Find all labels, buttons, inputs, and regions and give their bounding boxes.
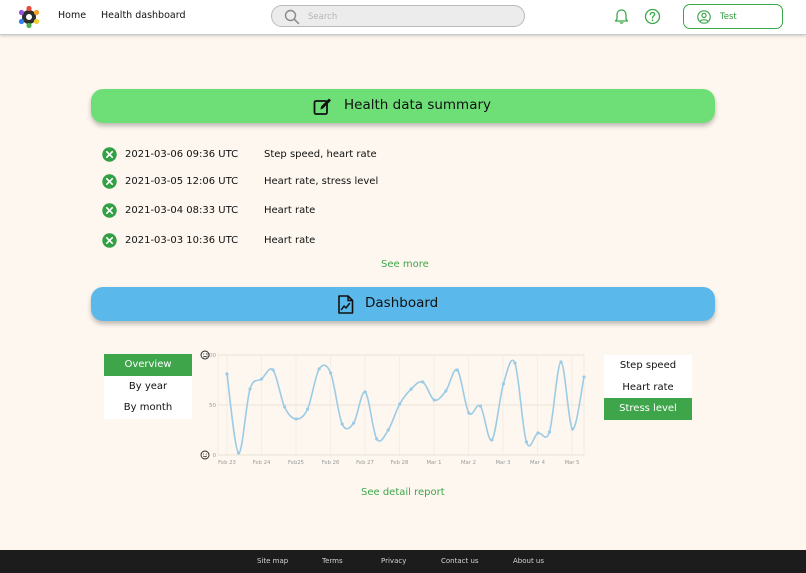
remove-entry-icon[interactable] (102, 174, 117, 189)
user-avatar-icon (697, 10, 711, 24)
data-point (398, 402, 402, 406)
x-tick-label: Mar 1 (426, 460, 441, 466)
series-line (226, 359, 585, 454)
x-tick-label: Mar 5 (564, 460, 579, 466)
period-option-by-year[interactable]: By year (104, 376, 192, 398)
edit-icon (313, 98, 331, 115)
data-point (444, 389, 448, 393)
data-point (513, 361, 517, 365)
see-more-link[interactable]: See more (381, 259, 429, 270)
entry-metrics: Heart rate, stress level (264, 176, 379, 187)
period-option-overview[interactable]: Overview (104, 354, 192, 376)
data-point (259, 377, 264, 381)
metric-selector: Step speed Heart rate Stress level (604, 355, 692, 420)
y-tick-label: 0 (213, 453, 217, 459)
data-point (582, 375, 586, 379)
data-point (282, 405, 287, 409)
health-summary-banner[interactable]: Health data summary (91, 89, 715, 123)
data-point (271, 368, 275, 372)
entry-date: 2021-03-06 09:36 UTC (125, 149, 239, 160)
x-tick-label: Mar 4 (530, 460, 546, 466)
data-point (455, 368, 459, 372)
footer-link-privacy[interactable]: Privacy (381, 557, 406, 565)
metric-option-heart-rate[interactable]: Heart rate (604, 377, 692, 399)
search-bar[interactable] (271, 5, 525, 27)
chart-file-icon (338, 295, 354, 314)
entry-metrics: Heart rate (264, 235, 316, 246)
data-point (490, 438, 494, 442)
bell-icon[interactable] (613, 8, 630, 25)
help-icon[interactable] (644, 8, 661, 25)
data-point (386, 428, 390, 432)
data-point (329, 371, 333, 375)
dashboard-title: Dashboard (365, 295, 439, 311)
data-point (432, 398, 436, 402)
metric-option-step-speed[interactable]: Step speed (604, 355, 692, 377)
remove-entry-icon[interactable] (102, 233, 117, 248)
nav-home-link[interactable]: Home (58, 10, 86, 21)
entry-metrics: Heart rate (264, 205, 316, 216)
data-point (559, 360, 563, 364)
data-point (375, 437, 379, 441)
metric-option-stress-level[interactable]: Stress level (604, 398, 692, 420)
data-point (317, 367, 321, 371)
smile-face-icon (200, 450, 210, 460)
data-point (501, 382, 505, 386)
period-option-by-month[interactable]: By month (104, 397, 192, 419)
x-tick-label: Mar 2 (461, 460, 476, 466)
data-point (294, 417, 298, 421)
data-point (340, 422, 344, 426)
data-point (248, 387, 252, 391)
top-nav-bar: Home Health dashboard Test (0, 0, 806, 35)
nav-health-dashboard-link[interactable]: Health dashboard (101, 10, 185, 21)
footer-link-site-map[interactable]: Site map (257, 557, 288, 565)
x-tick-label: Feb 27 (356, 460, 374, 466)
data-point (363, 390, 367, 394)
remove-entry-icon[interactable] (102, 147, 117, 162)
user-name-label: Test (720, 12, 737, 22)
gear-logo-icon[interactable] (17, 5, 41, 29)
footer: Site map Terms Privacy Contact us About … (0, 550, 806, 573)
data-point (536, 431, 540, 435)
y-tick-label: 50 (209, 403, 216, 409)
data-point (570, 427, 575, 431)
data-point (547, 430, 552, 434)
data-point (478, 404, 482, 408)
data-point (524, 440, 529, 444)
data-point (352, 421, 356, 425)
dashboard-banner[interactable]: Dashboard (91, 287, 715, 321)
x-tick-label: Feb 26 (322, 460, 340, 466)
entry-date: 2021-03-05 12:06 UTC (125, 176, 239, 187)
footer-link-about-us[interactable]: About us (513, 557, 544, 565)
period-selector: Overview By year By month (104, 354, 192, 419)
x-tick-label: Mar 3 (495, 460, 510, 466)
see-detail-report-link[interactable]: See detail report (361, 487, 445, 498)
data-point (409, 387, 413, 391)
data-point (467, 411, 471, 415)
entry-date: 2021-03-03 10:36 UTC (125, 235, 239, 246)
series-points (225, 360, 586, 455)
health-summary-title: Health data summary (344, 97, 492, 113)
data-point (236, 451, 241, 455)
user-account-button[interactable]: Test (683, 4, 783, 29)
x-tick-label: Feb 28 (391, 460, 409, 466)
footer-link-terms[interactable]: Terms (322, 557, 343, 565)
x-tick-label: Feb 24 (253, 460, 271, 466)
x-tick-label: Feb25 (288, 460, 304, 466)
data-point (421, 380, 425, 384)
stress-level-chart: 050100 Feb 23 Feb 24 Feb25 Feb 26 Feb 27 Feb … (200, 350, 586, 466)
y-axis-ticks: 050100 (206, 353, 217, 459)
data-point (306, 407, 310, 411)
remove-entry-icon[interactable] (102, 203, 117, 218)
x-axis-ticks: Feb 23 Feb 24 Feb25 Feb 26 Feb 27 Feb 28 Mar 1… (218, 460, 579, 466)
search-icon (284, 9, 300, 25)
data-point (225, 372, 229, 376)
entry-date: 2021-03-04 08:33 UTC (125, 205, 239, 216)
search-input[interactable] (306, 9, 510, 25)
footer-link-contact-us[interactable]: Contact us (441, 557, 479, 565)
x-tick-label: Feb 23 (218, 460, 236, 466)
entry-metrics: Step speed, heart rate (264, 149, 377, 160)
